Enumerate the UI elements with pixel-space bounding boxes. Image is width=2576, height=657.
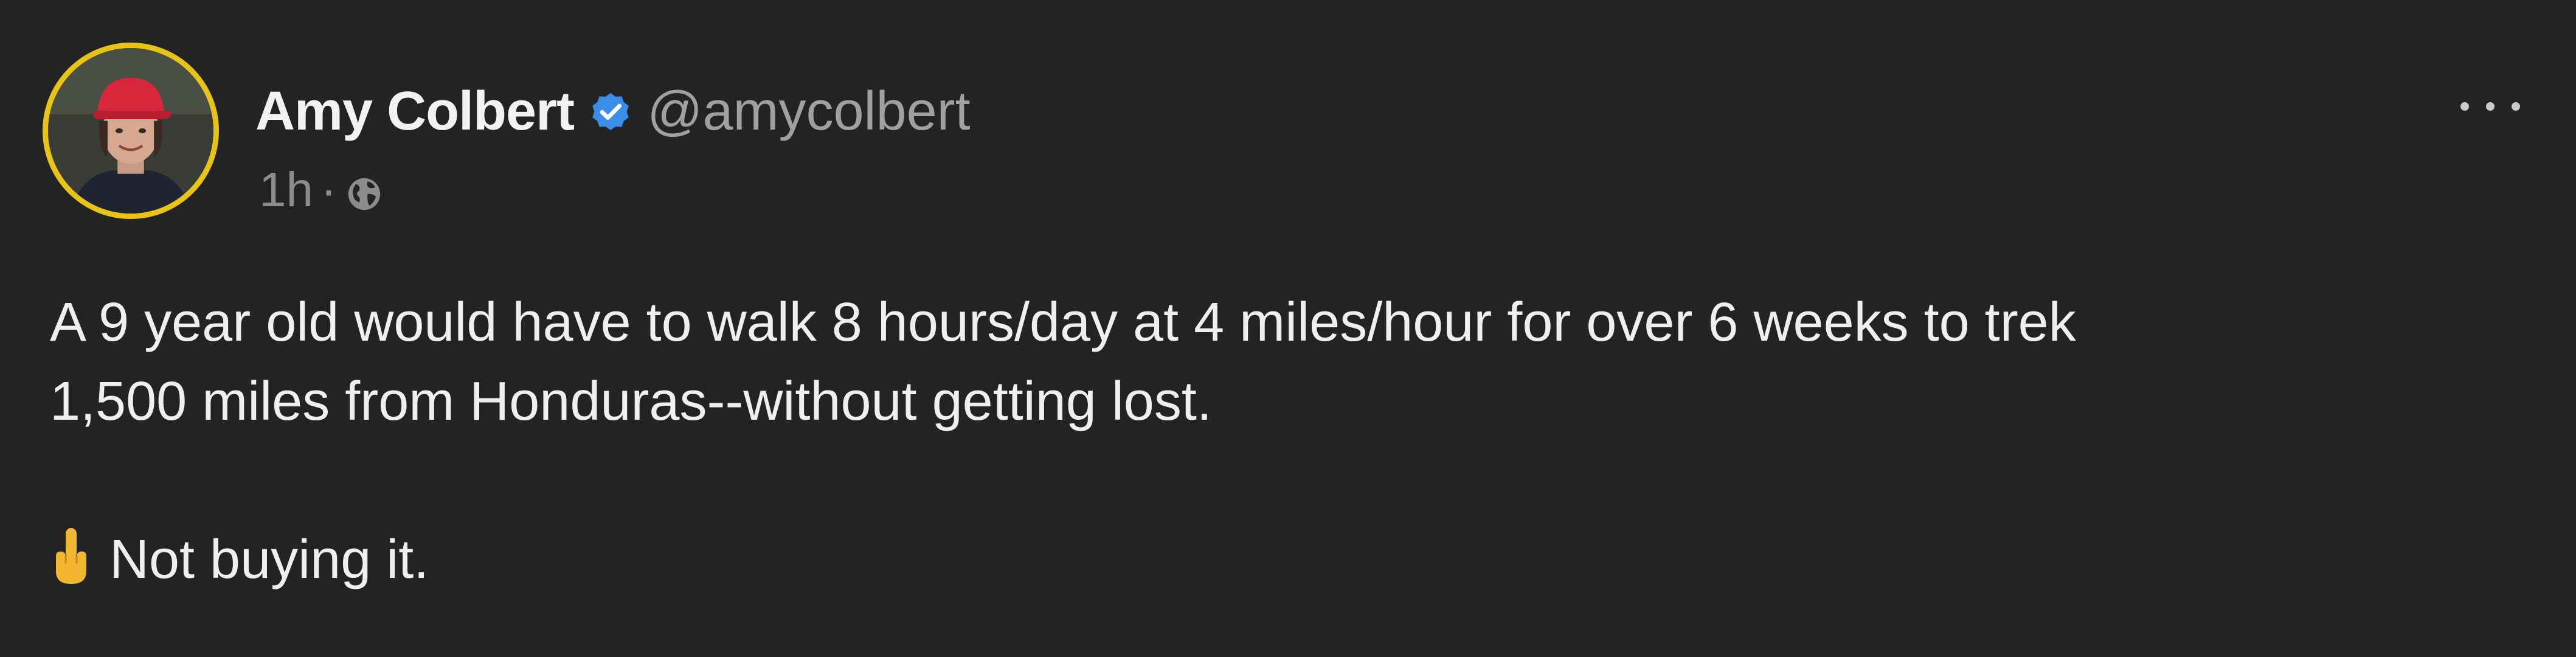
post-header: Amy Colbert @amycolbert — [255, 78, 971, 145]
more-dots-icon — [2460, 102, 2469, 111]
more-dots-icon — [2512, 102, 2520, 111]
post-text: A 9 year old would have to walk 8 hours/… — [50, 283, 2531, 599]
post-text-line: Not buying it. — [50, 520, 2531, 599]
more-options-button[interactable] — [2457, 82, 2524, 131]
globe-icon — [344, 170, 384, 210]
post-timestamp[interactable]: 1h — [259, 162, 313, 218]
meta-separator: · — [320, 162, 337, 217]
post-card: Amy Colbert @amycolbert 1h · A 9 year ol… — [0, 0, 2576, 657]
middle-finger-emoji-icon — [50, 526, 92, 586]
more-dots-icon — [2486, 102, 2495, 111]
post-text-line: 1,500 miles from Honduras--without getti… — [50, 371, 1212, 432]
verified-badge-icon — [587, 88, 634, 134]
author-handle[interactable]: @amycolbert — [647, 80, 971, 143]
author-name[interactable]: Amy Colbert — [255, 80, 575, 143]
post-text-line: A 9 year old would have to walk 8 hours/… — [50, 292, 2076, 353]
post-text-line: Not buying it. — [109, 529, 429, 590]
post-meta: 1h · — [259, 159, 384, 220]
avatar-image — [48, 48, 213, 214]
avatar[interactable] — [43, 43, 219, 219]
